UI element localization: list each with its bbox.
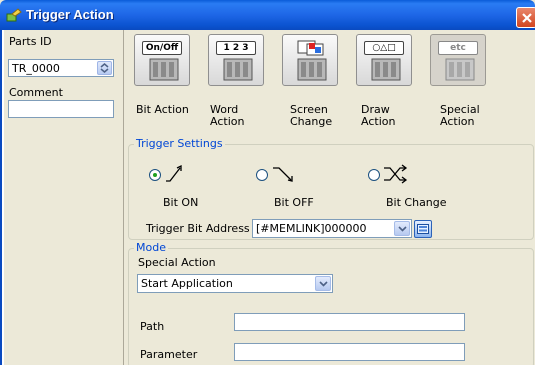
bit-action-button[interactable]: On/Off (134, 34, 190, 86)
parts-id-value: TR_0000 (12, 62, 60, 75)
special-action-value: Start Application (141, 277, 233, 290)
screen-change-caption-2: Change (290, 115, 333, 128)
bit-off-icon (273, 167, 293, 182)
bit-change-radio[interactable] (368, 169, 380, 181)
spinner-arrows-icon (100, 63, 109, 73)
parts-id-label: Parts ID (9, 35, 52, 48)
bit-off-radio[interactable] (256, 169, 268, 181)
special-action-label: Special Action (138, 256, 216, 269)
word-action-button[interactable]: 1 2 3 (208, 34, 264, 86)
bit-on-icon (166, 164, 182, 182)
screen-change-button[interactable] (282, 34, 338, 86)
machine-icon (445, 58, 475, 81)
draw-action-button[interactable]: ○△□ (356, 34, 412, 86)
special-action-select[interactable]: Start Application (137, 274, 333, 293)
trigger-bit-address-field[interactable]: [#MEMLINK]000000 (252, 219, 412, 238)
parameter-label: Parameter (140, 348, 198, 361)
bit-off-label: Bit OFF (274, 196, 314, 209)
trigger-bit-address-value: [#MEMLINK]000000 (256, 222, 367, 235)
parts-id-field[interactable]: TR_0000 (8, 59, 114, 77)
path-input[interactable] (234, 313, 465, 331)
title-bar: Trigger Action (0, 0, 535, 30)
address-dropdown-button[interactable] (394, 221, 410, 236)
app-icon (6, 8, 22, 22)
parts-panel: Parts ID TR_0000 Comment (4, 30, 124, 365)
numeric-tag: 1 2 3 (216, 41, 256, 55)
dialog-body: Parts ID TR_0000 Comment On/Off 1 2 3 ○△… (0, 30, 535, 365)
machine-icon (223, 58, 253, 81)
bit-on-radio[interactable] (149, 169, 161, 181)
keypad-button[interactable] (414, 220, 432, 238)
machine-icon (297, 58, 327, 81)
machine-icon (371, 58, 401, 81)
bit-action-caption: Bit Action (136, 103, 189, 116)
bit-on-label: Bit ON (163, 196, 199, 209)
bit-change-icon (384, 164, 408, 184)
trigger-settings-title: Trigger Settings (134, 137, 225, 150)
machine-icon (149, 58, 179, 81)
bit-change-label: Bit Change (386, 196, 447, 209)
comment-label: Comment (9, 86, 63, 99)
special-action-dropdown-button[interactable] (315, 276, 331, 291)
trigger-bit-address-label: Trigger Bit Address (146, 222, 250, 235)
mode-title: Mode (134, 241, 168, 254)
chevron-down-icon (319, 281, 328, 287)
special-action-button[interactable]: etc (430, 34, 486, 86)
shapes-tag: ○△□ (364, 41, 404, 55)
on-off-tag: On/Off (142, 41, 182, 55)
comment-input[interactable] (8, 100, 114, 118)
draw-action-caption-2: Action (361, 115, 396, 128)
window-title: Trigger Action (26, 7, 114, 22)
parts-id-spinner[interactable] (97, 61, 112, 75)
path-label: Path (140, 320, 165, 333)
chevron-down-icon (398, 226, 407, 232)
parameter-input[interactable] (234, 343, 465, 361)
close-icon (522, 13, 532, 23)
action-panel: On/Off 1 2 3 ○△□ etc Bit Action Word Act… (124, 30, 535, 365)
close-button[interactable] (516, 7, 535, 28)
keypad-icon (417, 224, 429, 234)
etc-tag: etc (438, 41, 478, 55)
special-action-caption-2: Action (440, 115, 475, 128)
word-action-caption-2: Action (210, 115, 245, 128)
screen-change-icon (297, 40, 324, 56)
